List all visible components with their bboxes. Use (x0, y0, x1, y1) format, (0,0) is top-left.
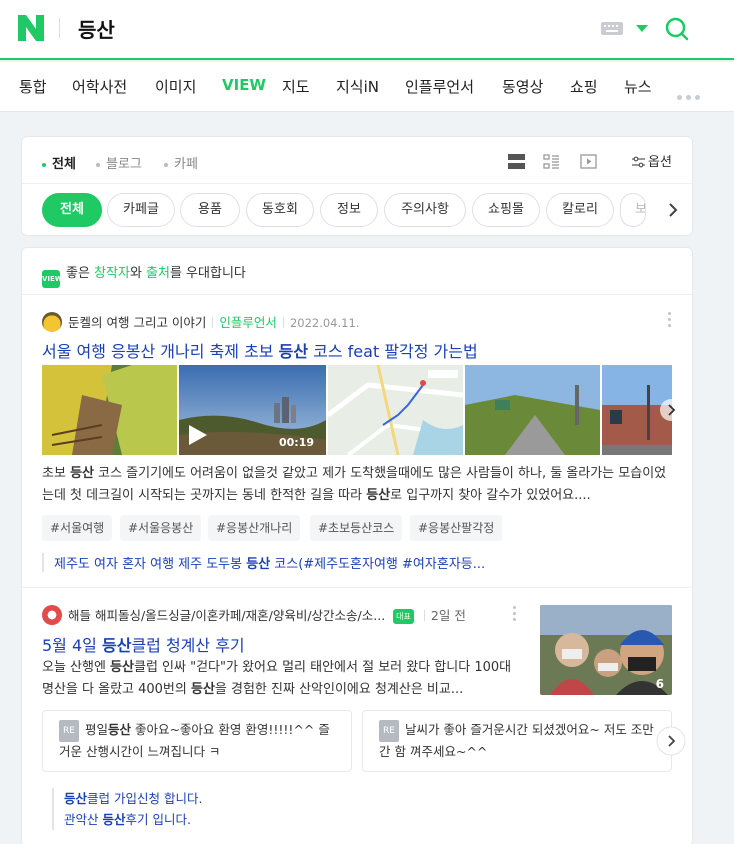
search-query-input[interactable]: 등산 (78, 14, 115, 43)
options-button[interactable]: 옵션 (632, 151, 672, 170)
chip-calories[interactable]: 칼로리 (546, 193, 614, 227)
search-header: 등산 (0, 0, 734, 60)
subtab-cafe[interactable]: 카페 (164, 153, 198, 172)
tab-integrated[interactable]: 통합 (19, 76, 47, 97)
header-divider (59, 18, 60, 38)
related-post-link[interactable]: 제주도 여자 혼자 여행 제주 도두봉 등산 코스(#제주도혼자여행 #여자혼자… (42, 553, 522, 572)
result-title[interactable]: 5월 4일 등산클럽 청계산 후기 (42, 632, 245, 656)
author-avatar[interactable] (42, 605, 62, 625)
photo-count: 6 (655, 677, 664, 691)
thumbnail-image[interactable]: 6 (540, 605, 672, 695)
bullet-icon (42, 162, 46, 167)
list-view-icon[interactable] (508, 154, 525, 169)
chip-more[interactable]: 보 (620, 193, 646, 227)
related-post-link[interactable]: 등산클럽 가입신청 합니다. (64, 788, 202, 809)
result-title[interactable]: 서울 여행 응봉산 개나리 축제 초보 등산 코스 feat 팔각정 가는법 (42, 338, 478, 362)
more-tabs-icon[interactable] (677, 85, 704, 104)
view-promo-banner: VIEW 좋은 창작자와 출처를 우대합니다 (42, 262, 246, 288)
chip-cautions[interactable]: 주의사항 (384, 193, 466, 227)
bullet-icon (96, 162, 100, 167)
filter-panel: 전체 블로그 카페 옵션 전체 카페글 용품 동호회 정보 주의사항 쇼핑몰 칼… (21, 136, 693, 236)
autocomplete-toggle-icon[interactable] (636, 25, 648, 32)
result-divider (22, 294, 692, 295)
tab-map[interactable]: 지도 (282, 76, 310, 97)
chevron-right-icon[interactable] (662, 199, 684, 221)
tab-shopping[interactable]: 쇼핑 (570, 76, 598, 97)
result-author: 둔켈의 여행 그리고 이야기 인플루언서 2022.04.11. (42, 312, 359, 332)
subtab-blog[interactable]: 블로그 (96, 153, 142, 172)
tab-kin[interactable]: 지식iN (336, 76, 379, 97)
search-tabs: 통합 어학사전 이미지 VIEW 지도 지식iN 인플루언서 동영상 쇼핑 뉴스 (0, 62, 734, 112)
thumbnail-map[interactable] (328, 365, 463, 455)
more-options-icon[interactable] (513, 606, 517, 624)
chip-shop[interactable]: 쇼핑몰 (472, 193, 540, 227)
hashtag[interactable]: #응봉산팔각정 (410, 515, 503, 541)
result-thumbnails: 00:19 (42, 365, 682, 455)
thumbnail-next-icon[interactable] (659, 398, 683, 422)
tab-images[interactable]: 이미지 (155, 76, 196, 97)
hashtag[interactable]: #응봉산개나리 (208, 515, 301, 541)
thumbnail-image[interactable] (465, 365, 600, 455)
filter-divider (22, 183, 692, 184)
result-author: 해들 해피돌싱/올드싱글/이혼카페/재혼/양육비/상간소송/소... 대표 2일 전 (42, 605, 466, 625)
comment-preview[interactable]: RE 평일등산 좋아요~좋아요 환영 환영!!!!!^^ 즐거운 산행시간이 느껴… (42, 710, 352, 772)
result-description[interactable]: 초보 등산 코스 즐기기에도 어려움이 없을것 같았고 제가 도착했을때에도 많… (42, 463, 672, 507)
comments-next-icon[interactable] (656, 726, 686, 756)
result-divider (22, 587, 692, 588)
chip-club[interactable]: 동호회 (246, 193, 314, 227)
related-post-links: 등산클럽 가입신청 합니다. 관악산 등산후기 입니다. (52, 788, 202, 830)
hashtag[interactable]: #서울여행 (42, 515, 113, 541)
tab-influencer[interactable]: 인플루언서 (405, 76, 474, 97)
author-avatar[interactable] (42, 312, 62, 332)
more-options-icon[interactable] (668, 312, 672, 330)
tab-dictionary[interactable]: 어학사전 (72, 76, 127, 97)
chip-gear[interactable]: 용품 (180, 193, 240, 227)
options-sliders-icon (632, 156, 645, 168)
hashtag[interactable]: #초보등산코스 (310, 515, 403, 541)
chip-cafe-posts[interactable]: 카페글 (107, 193, 175, 227)
result-description[interactable]: 오늘 산행엔 등산클럽 인싸 "걷다"가 왔어요 멀리 태안에서 절 보러 왔다… (42, 657, 517, 701)
tab-view[interactable]: VIEW (222, 76, 266, 94)
thumbnail-view-icon[interactable] (543, 154, 560, 169)
naver-logo-icon[interactable] (18, 15, 44, 41)
video-view-icon[interactable] (580, 154, 597, 169)
thumbnail-video[interactable]: 00:19 (179, 365, 326, 455)
view-results: VIEW 좋은 창작자와 출처를 우대합니다 둔켈의 여행 그리고 이야기 인플루언… (21, 247, 693, 844)
search-icon[interactable] (664, 16, 690, 42)
subtab-all[interactable]: 전체 (42, 153, 76, 172)
bullet-icon (164, 162, 168, 167)
reply-badge: RE (379, 720, 399, 742)
representative-badge: 대표 (393, 609, 414, 624)
view-badge-icon: VIEW (42, 270, 63, 288)
tab-news[interactable]: 뉴스 (624, 76, 652, 97)
related-post-link[interactable]: 관악산 등산후기 입니다. (64, 809, 202, 830)
thumbnail-image[interactable] (42, 365, 177, 455)
video-duration: 00:19 (278, 436, 314, 449)
chip-all[interactable]: 전체 (42, 193, 102, 227)
comment-preview[interactable]: RE 날씨가 좋아 즐거운시간 되셨겠어요~ 저도 조만간 함 껴주세요~^^ (362, 710, 672, 772)
chip-info[interactable]: 정보 (320, 193, 378, 227)
tab-video[interactable]: 동영상 (502, 76, 543, 97)
reply-badge: RE (59, 720, 79, 742)
keyboard-icon[interactable] (601, 22, 623, 35)
hashtag[interactable]: #서울응봉산 (120, 515, 202, 541)
